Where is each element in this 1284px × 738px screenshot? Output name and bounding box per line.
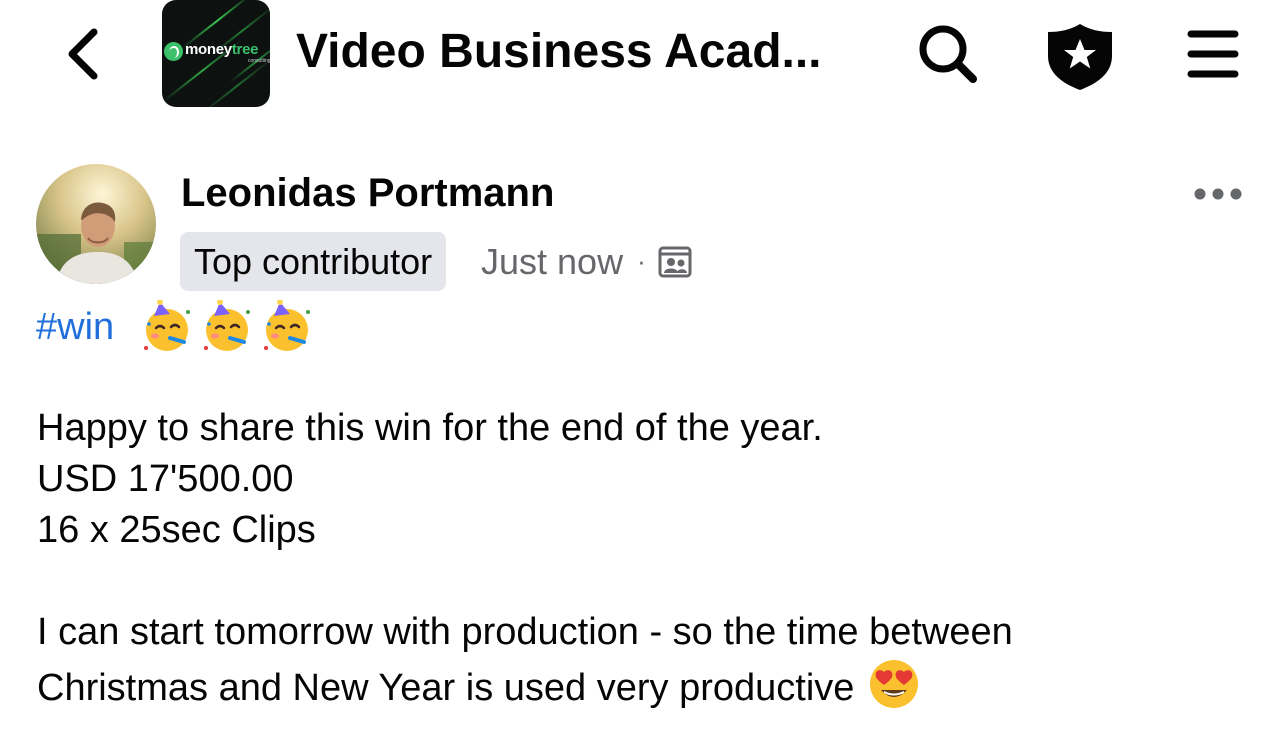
post-text-line: I can start tomorrow with production - s… bbox=[37, 611, 1013, 653]
shield-star-icon bbox=[1048, 24, 1112, 90]
post-text-line: Christmas and New Year is used very prod… bbox=[37, 667, 855, 709]
top-contributor-badge[interactable]: Top contributor bbox=[180, 232, 447, 291]
logo-text-primary: money bbox=[185, 41, 232, 58]
group-header: moneytree consulting Video Business Acad… bbox=[0, 0, 1284, 110]
group-members-icon[interactable] bbox=[658, 245, 692, 279]
search-button[interactable] bbox=[912, 22, 982, 86]
moneytree-leaf-icon bbox=[164, 42, 183, 61]
post-text-line: 16 x 25sec Clips bbox=[37, 509, 316, 551]
partying-face-emoji bbox=[144, 300, 191, 351]
group-cover-thumbnail[interactable]: moneytree consulting bbox=[162, 0, 270, 107]
meta-separator: · bbox=[637, 246, 646, 276]
post-timestamp[interactable]: Just now bbox=[481, 241, 623, 283]
partying-face-emoji bbox=[264, 300, 311, 351]
moneytree-logo: moneytree consulting bbox=[162, 41, 270, 64]
chevron-left-icon bbox=[68, 28, 98, 80]
back-button[interactable] bbox=[56, 22, 112, 86]
partying-face-emoji bbox=[204, 300, 251, 351]
logo-subtext: consulting bbox=[248, 58, 270, 64]
post-options-button[interactable] bbox=[1188, 176, 1248, 212]
hashtag-line: #win bbox=[36, 298, 320, 356]
post-meta: Just now · bbox=[481, 232, 692, 291]
author-name[interactable]: Leonidas Portmann bbox=[181, 168, 554, 218]
group-title[interactable]: Video Business Acad... bbox=[296, 22, 822, 82]
heart-eyes-emoji bbox=[870, 660, 919, 708]
search-icon bbox=[919, 25, 977, 83]
post-text-line-last: Christmas and New Year is used very prod… bbox=[37, 658, 920, 714]
post-text-line: USD 17'500.00 bbox=[37, 458, 294, 500]
hashtag-link[interactable]: #win bbox=[36, 306, 114, 349]
more-horizontal-icon bbox=[1194, 188, 1242, 200]
post-text-line: Happy to share this win for the end of t… bbox=[37, 407, 823, 449]
menu-button[interactable] bbox=[1182, 24, 1244, 84]
author-avatar[interactable] bbox=[36, 164, 156, 284]
hamburger-menu-icon bbox=[1187, 30, 1239, 78]
admin-shield-button[interactable] bbox=[1044, 20, 1116, 92]
avatar-photo bbox=[36, 164, 156, 284]
logo-text-accent: tree bbox=[231, 41, 259, 58]
